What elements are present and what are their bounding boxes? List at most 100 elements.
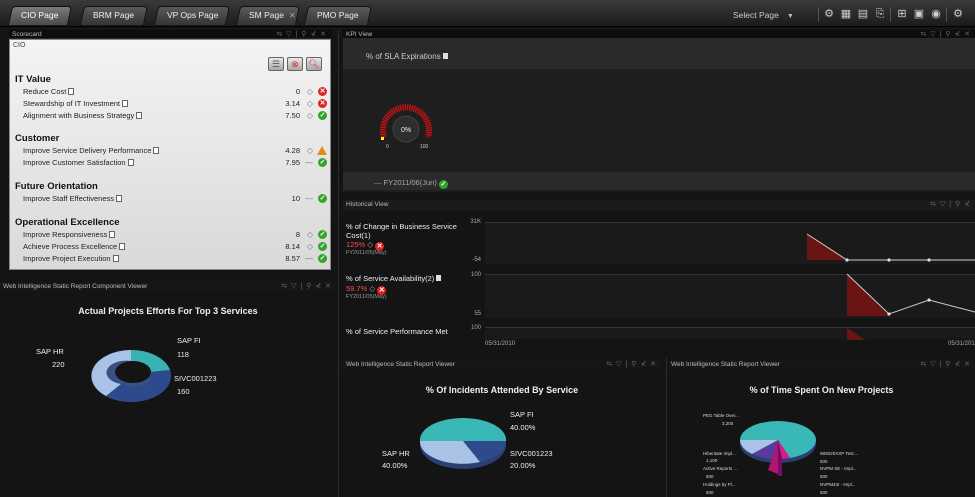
status-green-icon: ✓ [318, 194, 327, 203]
panel-title: Web Intelligence Static Report Viewer [671, 361, 780, 368]
scorecard-header: Scorecard ⇆ ▽ | ⚲ ⊀ ✕ [9, 30, 331, 39]
tab-sm-page[interactable]: SM Page ✕ [235, 6, 301, 25]
period-label: FY2011/06(Jun) [383, 178, 437, 187]
panel-controls[interactable]: ⇆ ▽ | ⚲ ⊀ ✕ [920, 360, 971, 369]
kpi-row[interactable]: Improve Service Delivery Performance 4.28… [23, 145, 328, 156]
kpi-row[interactable]: Improve Customer Satisfaction 7.95 — ✓ [23, 157, 328, 168]
report1-title: Actual Projects Efforts For Top 3 Servic… [78, 306, 258, 316]
diamond-trend-icon: ◇ [369, 284, 376, 293]
kpi-name[interactable]: Achieve Process Excellence [23, 242, 117, 251]
status-green-icon: ✓ [318, 230, 327, 239]
panel-controls[interactable]: ⇆ ▽ | ⚲ ⊀ ✕ [276, 30, 327, 39]
red-x-icon: ⊗ [291, 59, 299, 69]
kpi-name[interactable]: Alignment with Business Strategy [23, 111, 134, 120]
document-icon[interactable] [127, 159, 134, 166]
historical-view-header: Historical View ⇆ ▽ | ⚲ ⊀ [343, 200, 975, 210]
panel-controls[interactable]: ⇆ ▽ | ⚲ ⊀ ✕ [920, 30, 971, 39]
settings-icon[interactable]: ⚙ [952, 8, 964, 20]
donut-hole [115, 361, 151, 383]
top-bar: CIO Page✕ BRM Page✕ VP Ops Page✕ SM Page… [0, 0, 975, 37]
kpi-name[interactable]: Reduce Cost [23, 87, 66, 96]
gauge-value: 0% [401, 127, 411, 134]
tab-brm-page[interactable]: BRM Page✕ [79, 6, 149, 37]
list-icon: ☰ [271, 59, 281, 69]
kpi-name[interactable]: Improve Service Delivery Performance [23, 146, 151, 155]
kpi-row[interactable]: Alignment with Business Strategy 7.50 ◇ ✓ [23, 110, 328, 121]
legend-value: 3,200 [722, 421, 734, 426]
flat-trend-icon: — [305, 158, 313, 167]
kpi-row[interactable]: Stewardship of IT Investment 3.14 ◇ ✕ [23, 98, 328, 109]
metric-name[interactable]: % of Service Availability(2) [346, 274, 434, 283]
history-metric-label[interactable]: % of Change in Business Service Cost(1) [346, 222, 466, 240]
kpi-metric-label[interactable]: % of SLA Expirations [366, 52, 448, 61]
diamond-trend-icon: ◇ [306, 111, 313, 120]
kpi-value: 10 [291, 194, 300, 203]
gear-icon[interactable]: ⚙ [823, 8, 835, 20]
panel-title: Web Intelligence Static Report Viewer [346, 361, 455, 368]
kpi-row[interactable]: Reduce Cost 0 ◇ ✕ [23, 86, 328, 97]
panel-controls[interactable]: ⇆ ▽ | ⚲ ⊀ [930, 200, 971, 209]
document-icon[interactable] [68, 88, 75, 95]
legend-label: SIVC001223 [510, 449, 553, 458]
sla-gauge: 0% 0 100 [380, 104, 432, 150]
document-icon[interactable] [119, 243, 126, 250]
diamond-trend-icon: ◇ [306, 146, 313, 155]
select-page-dropdown[interactable]: Select Page ▼ [733, 8, 813, 23]
document-icon[interactable] [442, 53, 448, 59]
legend-value: 118 [177, 350, 189, 359]
tree-icon[interactable]: ⊞ [896, 8, 908, 20]
document-icon[interactable] [109, 231, 116, 238]
grid-icon[interactable]: ▤ [857, 8, 869, 20]
document-icon[interactable] [436, 275, 442, 281]
layout-icon[interactable]: ▦ [840, 8, 852, 20]
legend-value: 1,100 [706, 458, 718, 463]
panel-controls[interactable]: ⇆ ▽ | ⚲ ⊀ ✕ [281, 282, 332, 291]
tab-vp-ops-page[interactable]: VP Ops Page✕ [153, 6, 231, 37]
kpi-row[interactable]: Improve Project Execution 8.57 — ✓ [23, 253, 328, 264]
legend-label: Active Reports ... [703, 466, 738, 471]
kpi-name[interactable]: Improve Customer Satisfaction [23, 158, 126, 167]
metric-name[interactable]: % of Change in Business Service Cost(1) [346, 222, 457, 240]
status-red-icon: ✕ [318, 99, 327, 108]
legend-value: 500 [820, 459, 828, 464]
tab-cio-page[interactable]: CIO Page✕ [7, 6, 73, 37]
metric-name[interactable]: % of Service Performance Met [346, 327, 448, 336]
target-icon[interactable]: ◉ [930, 8, 942, 20]
kpi-name[interactable]: Improve Responsiveness [23, 230, 107, 239]
history-metric-label[interactable]: % of Service Availability(2) [346, 274, 466, 283]
y-tick: 100 [470, 272, 481, 278]
document-icon[interactable] [116, 195, 123, 202]
panel-title: KPI View [346, 31, 373, 38]
kpi-value: 7.95 [285, 158, 300, 167]
scorecard-owner: CIO [13, 42, 26, 49]
tab-pmo-page[interactable]: PMO Page✕ [303, 6, 373, 37]
document-icon[interactable] [136, 112, 143, 119]
page-icon[interactable]: ⎘ [874, 8, 886, 20]
list-view-button[interactable]: ☰ [268, 57, 284, 71]
kpi-row[interactable]: Improve Staff Effectiveness 10 — ✓ [23, 193, 328, 204]
kpi-name[interactable]: Improve Project Execution [23, 254, 111, 263]
kpi-row[interactable]: Achieve Process Excellence 8.14 ◇ ✓ [23, 241, 328, 252]
close-icon[interactable]: ✕ [289, 7, 296, 24]
kpi-row[interactable]: Improve Responsiveness 8 ◇ ✓ [23, 229, 328, 240]
document-icon[interactable] [122, 100, 128, 107]
kpi-metric-name[interactable]: % of SLA Expirations [366, 52, 441, 61]
search-filter-button[interactable]: 🔍︎ [306, 57, 322, 71]
legend-label: SAP HR [36, 347, 64, 356]
legend-value: 500 [706, 490, 714, 495]
metric-value: 125% [346, 240, 366, 249]
report2-pie [419, 418, 507, 469]
kpi-name[interactable]: Stewardship of IT Investment [23, 99, 120, 108]
save-icon[interactable]: ▣ [913, 8, 925, 20]
document-icon[interactable] [112, 255, 119, 262]
history-metric-label[interactable]: % of Service Performance Met [346, 327, 466, 336]
diamond-trend-icon: ◇ [306, 87, 313, 96]
history-metric-date: FY2011/05(May) [346, 294, 387, 300]
kpi-name[interactable]: Improve Staff Effectiveness [23, 194, 114, 203]
panel-controls[interactable]: ⇆ ▽ | ⚲ ⊀ ✕ [606, 360, 657, 369]
alert-filter-button[interactable]: ⊗ [287, 57, 303, 71]
tab-label: CIO Page [21, 10, 59, 20]
toolbar-divider [890, 7, 891, 21]
report2-title: % Of Incidents Attended By Service [425, 385, 579, 395]
document-icon[interactable] [153, 147, 160, 154]
